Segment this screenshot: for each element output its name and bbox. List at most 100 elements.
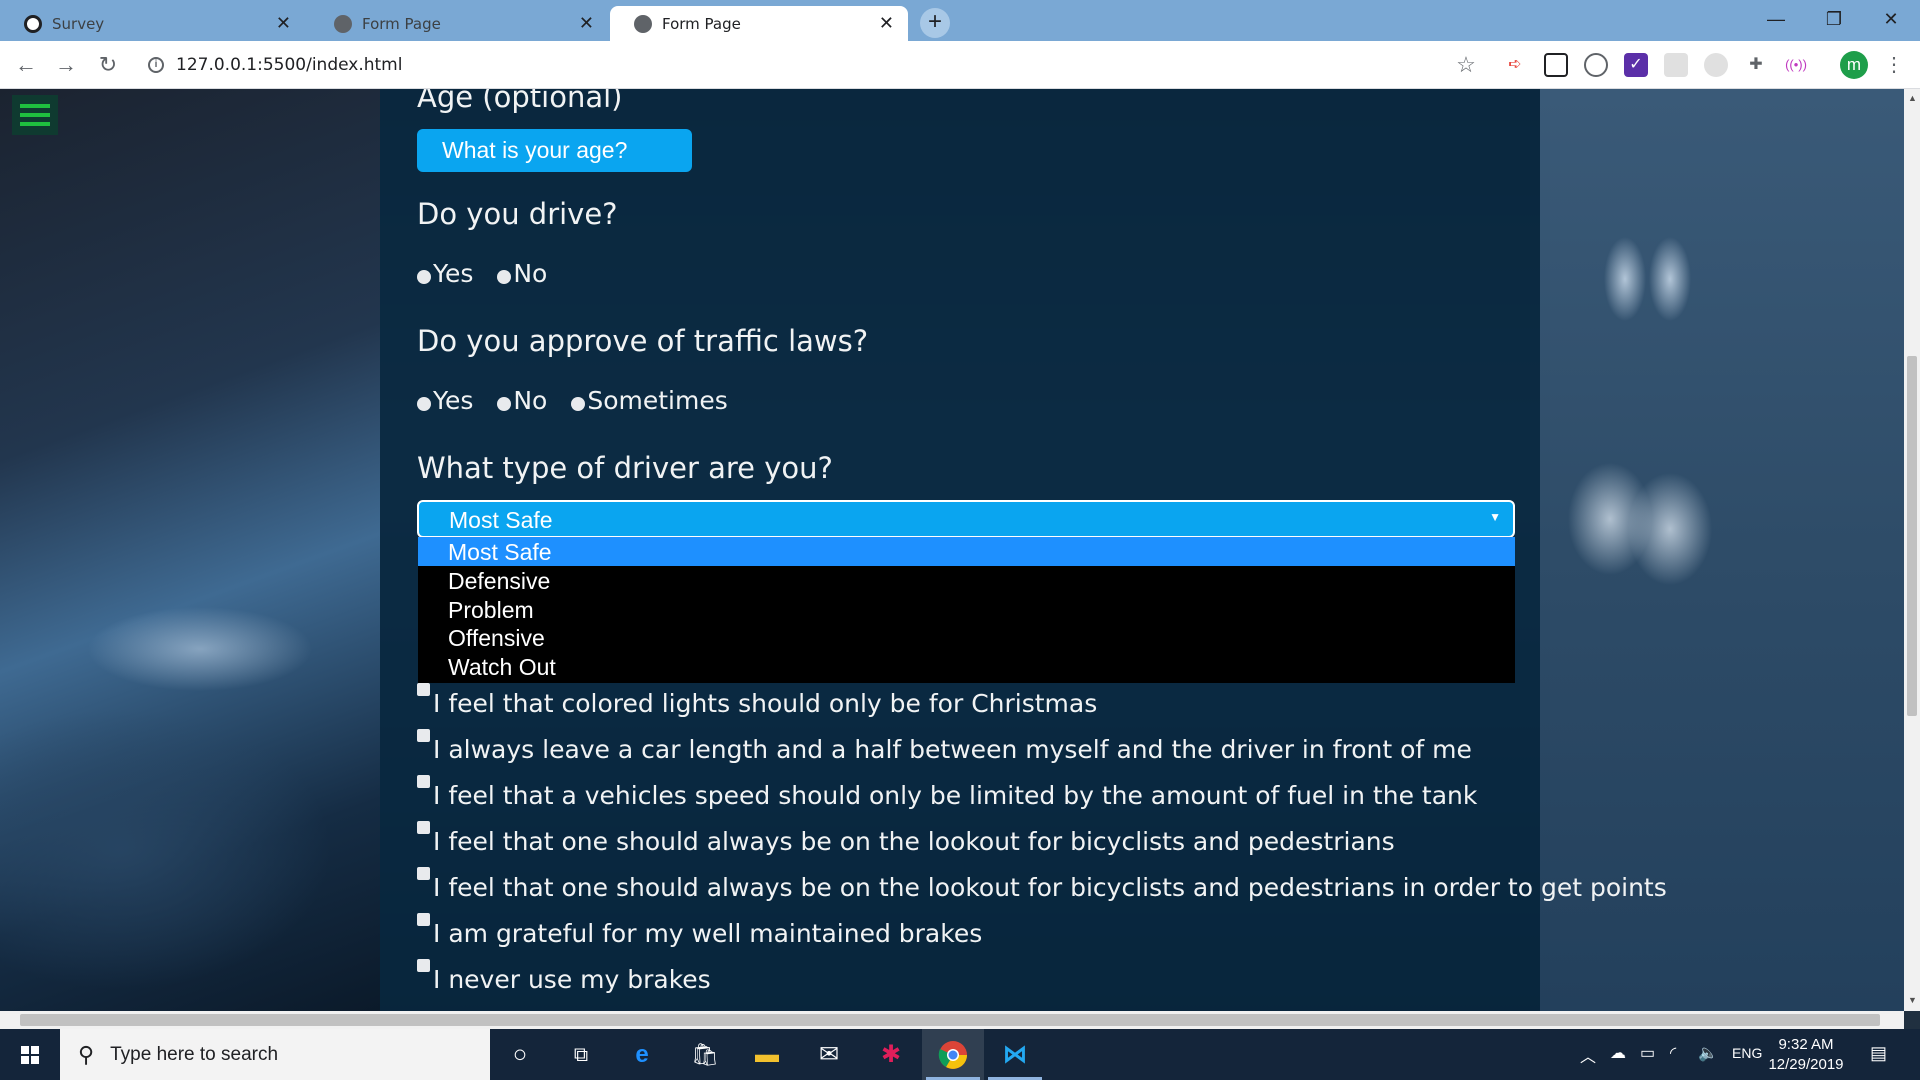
dropdown-option[interactable]: Problem [418,595,1515,624]
mail-icon[interactable]: ✉ [813,1039,845,1071]
checkbox[interactable] [417,683,430,696]
extension-circle-icon[interactable] [1584,53,1608,77]
volume-icon[interactable]: 🔈 [1698,1043,1718,1063]
drive-radio-group: Yes No [417,259,571,288]
extension-face-icon[interactable] [1704,53,1728,77]
menu-bar [20,104,50,108]
scrollbar-thumb[interactable] [20,1014,1880,1026]
hamburger-menu-icon[interactable] [12,95,58,135]
dropdown-option[interactable]: Watch Out [418,652,1515,681]
horizontal-scrollbar[interactable] [0,1011,1904,1029]
taskbar-search[interactable]: ⚲ Type here to search [60,1029,490,1080]
traffic-sometimes-option[interactable]: Sometimes [571,386,728,415]
wifi-icon[interactable]: ◜ [1670,1043,1676,1063]
screenshot-extension-icon[interactable] [1544,53,1568,77]
checkbox[interactable] [417,959,430,972]
clock-time: 9:32 AM [1778,1036,1834,1053]
tab-title: Form Page [662,14,741,33]
show-hidden-icons-icon[interactable]: ︿ [1580,1043,1596,1067]
puzzle-icon[interactable]: ✚ [1744,53,1768,77]
new-tab-button[interactable]: + [920,8,950,38]
close-window-button[interactable]: ✕ [1862,0,1920,40]
radio-button[interactable] [571,397,586,411]
scrollbar-thumb[interactable] [1907,356,1917,716]
file-explorer-icon[interactable]: ▬ [751,1039,783,1071]
close-tab-icon[interactable]: ✕ [272,13,295,34]
back-button[interactable]: ← [10,49,42,81]
info-icon[interactable]: i [148,57,164,73]
tab-form-page-2[interactable]: Form Page ✕ [610,6,908,41]
bookmark-star-icon[interactable]: ☆ [1454,53,1478,77]
restore-button[interactable]: ❐ [1805,0,1863,40]
tab-survey[interactable]: Survey ✕ [0,6,305,41]
minimize-button[interactable]: — [1747,0,1805,40]
statement-checkbox-row[interactable]: I feel that a vehicles speed should only… [417,775,1477,810]
dropdown-option[interactable]: Most Safe [418,537,1515,566]
check-extension-icon[interactable]: ✓ [1624,53,1648,77]
chrome-icon[interactable] [937,1039,969,1071]
search-icon: ⚲ [78,1041,95,1067]
kebab-menu-icon[interactable]: ⋮ [1882,53,1906,77]
checkbox[interactable] [417,775,430,788]
onedrive-icon[interactable]: ☁ [1610,1043,1626,1063]
language-indicator[interactable]: ENG [1732,1045,1762,1061]
profile-avatar[interactable]: m [1840,51,1868,79]
slack-icon[interactable]: ✱ [875,1039,907,1071]
traffic-yes-option[interactable]: Yes [417,386,473,415]
menu-bar [20,113,50,117]
scroll-down-arrow-icon[interactable]: ▼ [1908,995,1917,1005]
vertical-scrollbar[interactable]: ▲ ▼ [1904,89,1920,1011]
edge-icon[interactable]: e [626,1039,658,1071]
globe-icon [634,14,652,33]
task-view-icon[interactable]: ⧉ [565,1039,597,1071]
checkbox[interactable] [417,867,430,880]
start-button[interactable] [0,1029,60,1080]
search-placeholder: Type here to search [110,1043,279,1065]
clock-date: 12/29/2019 [1768,1056,1844,1073]
checkbox-label: I never use my brakes [433,965,711,994]
driver-type-dropdown-list: Most Safe Defensive Problem Offensive Wa… [418,537,1515,683]
store-icon[interactable]: 🛍 [689,1039,721,1071]
broadcast-icon[interactable]: ((•)) [1784,53,1808,77]
notifications-icon[interactable]: ▤ [1870,1043,1887,1064]
tab-title: Form Page [362,14,441,33]
tab-form-page-1[interactable]: Form Page ✕ [310,6,608,41]
radio-button[interactable] [497,270,512,284]
extension-red-icon[interactable]: ➪ [1503,53,1527,77]
drive-no-option[interactable]: No [497,259,547,288]
age-input[interactable]: What is your age? [417,129,692,172]
vscode-icon[interactable]: ⋈ [999,1039,1031,1071]
reload-button[interactable]: ↻ [92,49,124,81]
checkbox[interactable] [417,729,430,742]
radio-button[interactable] [417,397,431,411]
radio-label: No [513,259,548,288]
statement-checkbox-row[interactable]: I feel that one should always be on the … [417,821,1395,856]
battery-icon[interactable]: ▭ [1640,1043,1655,1063]
extension-grey-icon[interactable] [1664,53,1688,77]
checkbox[interactable] [417,821,430,834]
drive-yes-option[interactable]: Yes [417,259,473,288]
url-text: 127.0.0.1:5500/index.html [176,55,403,75]
scroll-up-arrow-icon[interactable]: ▲ [1908,93,1917,103]
checkbox[interactable] [417,913,430,926]
radio-label: Yes [433,386,474,415]
statement-checkbox-row[interactable]: I feel that one should always be on the … [417,867,1667,902]
dropdown-option[interactable]: Defensive [418,566,1515,595]
statement-checkbox-row[interactable]: I always leave a car length and a half b… [417,729,1472,764]
close-tab-icon[interactable]: ✕ [575,13,598,34]
forward-button[interactable]: → [50,49,82,81]
system-clock[interactable]: 9:32 AM 12/29/2019 [1768,1035,1844,1075]
browser-toolbar: ← → ↻ i 127.0.0.1:5500/index.html ☆ ➪ ✓ … [0,41,1920,89]
address-bar[interactable]: i 127.0.0.1:5500/index.html [138,46,1438,84]
radio-button[interactable] [497,397,512,411]
radio-button[interactable] [417,270,431,284]
traffic-no-option[interactable]: No [497,386,547,415]
statement-checkbox-row[interactable]: I never use my brakes [417,959,711,994]
dropdown-option[interactable]: Offensive [418,623,1515,652]
close-tab-icon[interactable]: ✕ [875,13,898,34]
statement-checkbox-row[interactable]: I feel that colored lights should only b… [417,683,1097,718]
chrome-logo-icon [938,1041,967,1069]
statement-checkbox-row[interactable]: I am grateful for my well maintained bra… [417,913,982,948]
cortana-icon[interactable]: ○ [504,1039,536,1071]
driver-type-select[interactable]: Most Safe ▼ [417,500,1515,538]
